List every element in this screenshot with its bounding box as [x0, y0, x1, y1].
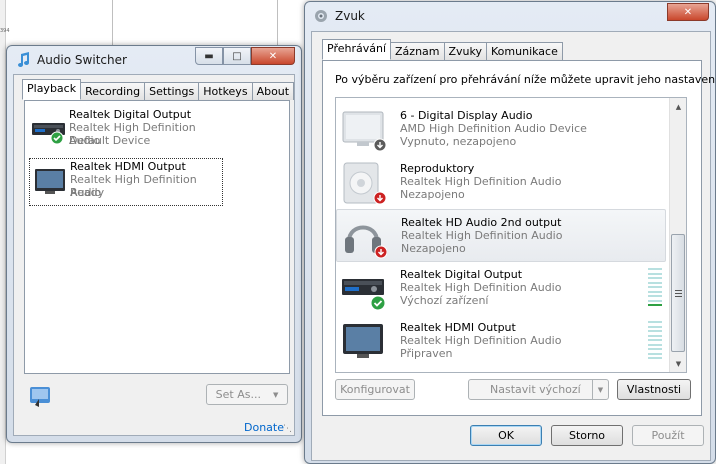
list-item[interactable]: Reproduktory Realtek High Definition Aud… [336, 156, 666, 209]
set-default-button[interactable]: Nastavit výchozí ▼ [468, 379, 609, 400]
scrollbar-thumb[interactable] [671, 234, 685, 352]
caption-buttons: ▬ □ ✕ [195, 47, 295, 65]
list-item[interactable]: 6 - Digital Display Audio AMD High Defin… [336, 103, 666, 156]
instruction-text: Po výběru zařízení pro přehrávání níže m… [335, 73, 716, 86]
device-driver: Realtek High Definition Audio [400, 334, 562, 347]
donate-link[interactable]: Donate [244, 421, 284, 434]
device-status: Default Device [69, 134, 151, 147]
maximize-icon: □ [232, 50, 242, 62]
minimize-icon: ▬ [204, 50, 214, 62]
maximize-button[interactable]: □ [223, 47, 251, 65]
device-name: Realtek Digital Output [69, 108, 192, 121]
tab-playback[interactable]: Playback [22, 79, 82, 100]
headphones-icon [345, 225, 387, 259]
device-driver: Realtek High Definition Audio [400, 281, 562, 294]
tab-strip: Přehrávání Záznam Zvuky Komunikace [322, 39, 563, 60]
set-as-button[interactable]: Set As... ▼ [206, 384, 288, 405]
tab-prehravani[interactable]: Přehrávání [322, 39, 392, 60]
device-driver: AMD High Definition Audio Device [400, 122, 587, 135]
device-list-viewport: 6 - Digital Display Audio AMD High Defin… [336, 98, 668, 372]
device-status: Nezapojeno [400, 188, 465, 201]
tab-settings[interactable]: Settings [144, 82, 200, 100]
device-list: 6 - Digital Display Audio AMD High Defin… [335, 97, 687, 373]
device-driver: Realtek High Definition Audio [401, 229, 563, 242]
device-driver: Realtek High Definition Audio [400, 175, 562, 188]
playback-panel: Po výběru zařízení pro přehrávání níže m… [322, 60, 716, 416]
monitor-icon [35, 169, 65, 194]
device-name: Realtek HD Audio 2nd output [401, 216, 562, 229]
tab-about[interactable]: About [251, 82, 295, 100]
app-icon[interactable] [28, 384, 52, 408]
zvuk-window: Zvuk ✕ Přehrávání Záznam Zvuky Komunikac… [304, 1, 716, 464]
volume-meter [648, 321, 662, 359]
scroll-up-icon[interactable]: ▲ [670, 98, 687, 115]
apply-button[interactable]: Použít [632, 425, 704, 446]
monitor-icon [343, 324, 383, 358]
dropdown-arrow-icon: ▼ [272, 390, 279, 399]
caption-buttons: ✕ [667, 3, 709, 21]
list-item[interactable]: Realtek Digital Output Realtek High Defi… [29, 107, 223, 155]
device-status: Ready [70, 186, 105, 199]
minimize-button[interactable]: ▬ [195, 47, 223, 65]
volume-meter [648, 268, 662, 306]
device-status: Připraven [400, 347, 453, 360]
device-status: Výchozí zařízení [400, 294, 489, 307]
digital-receiver-icon [342, 279, 386, 311]
list-item[interactable]: Realtek Digital Output Realtek High Defi… [336, 262, 666, 315]
ruler-label: 394 [0, 28, 10, 34]
set-as-label: Set As... [215, 388, 261, 401]
speaker-icon [343, 162, 386, 205]
device-name: Reproduktory [400, 162, 475, 175]
zvuk-client: Přehrávání Záznam Zvuky Komunikace Po vý… [311, 31, 716, 461]
device-name: 6 - Digital Display Audio [400, 109, 533, 122]
device-name: Realtek HDMI Output [70, 160, 186, 173]
device-status: Vypnuto, nezapojeno [400, 135, 517, 148]
close-button[interactable]: ✕ [667, 3, 709, 21]
cancel-button[interactable]: Storno [551, 425, 623, 446]
device-status: Nezapojeno [401, 242, 466, 255]
close-icon: ✕ [268, 50, 278, 62]
tab-hotkeys[interactable]: Hotkeys [198, 82, 253, 100]
monitor-icon [342, 111, 386, 152]
device-name: Realtek HDMI Output [400, 321, 516, 334]
music-note-icon [18, 52, 29, 67]
playback-device-list: Realtek Digital Output Realtek High Defi… [24, 100, 290, 374]
device-name: Realtek Digital Output [400, 268, 523, 281]
speaker-gear-icon [315, 10, 327, 22]
scroll-down-icon[interactable]: ▼ [670, 355, 687, 372]
tab-recording[interactable]: Recording [80, 82, 146, 100]
vertical-scrollbar[interactable]: ▲ ▼ [669, 98, 686, 372]
tab-zaznam[interactable]: Záznam [390, 42, 445, 60]
audio-switcher-titlebar[interactable]: Audio Switcher ▬ □ ✕ [7, 46, 301, 74]
ok-button[interactable]: OK [470, 425, 542, 446]
digital-receiver-icon [32, 123, 65, 145]
configure-button[interactable]: Konfigurovat [335, 379, 415, 400]
tab-zvuky[interactable]: Zvuky [443, 42, 488, 60]
audio-switcher-window: Audio Switcher ▬ □ ✕ Playback Recording … [6, 45, 302, 443]
resize-grip-icon[interactable]: ⋱ [283, 424, 292, 434]
dropdown-arrow-icon: ▼ [592, 380, 608, 399]
zvuk-titlebar[interactable]: Zvuk ✕ [305, 2, 715, 30]
list-item[interactable]: Realtek HDMI Output Realtek High Definit… [29, 158, 223, 206]
properties-button[interactable]: Vlastnosti [617, 379, 691, 400]
window-title: Audio Switcher [37, 53, 127, 67]
audio-switcher-client: Playback Recording Settings Hotkeys Abou… [13, 74, 295, 436]
close-icon: ✕ [683, 6, 693, 18]
window-title: Zvuk [335, 9, 365, 23]
tab-komunikace[interactable]: Komunikace [486, 42, 563, 60]
close-button[interactable]: ✕ [251, 47, 295, 65]
tab-strip: Playback Recording Settings Hotkeys Abou… [22, 79, 295, 100]
list-item[interactable]: Realtek HD Audio 2nd output Realtek High… [336, 209, 666, 262]
set-default-label: Nastavit výchozí [490, 383, 581, 396]
list-item[interactable]: Realtek HDMI Output Realtek High Definit… [336, 315, 666, 368]
